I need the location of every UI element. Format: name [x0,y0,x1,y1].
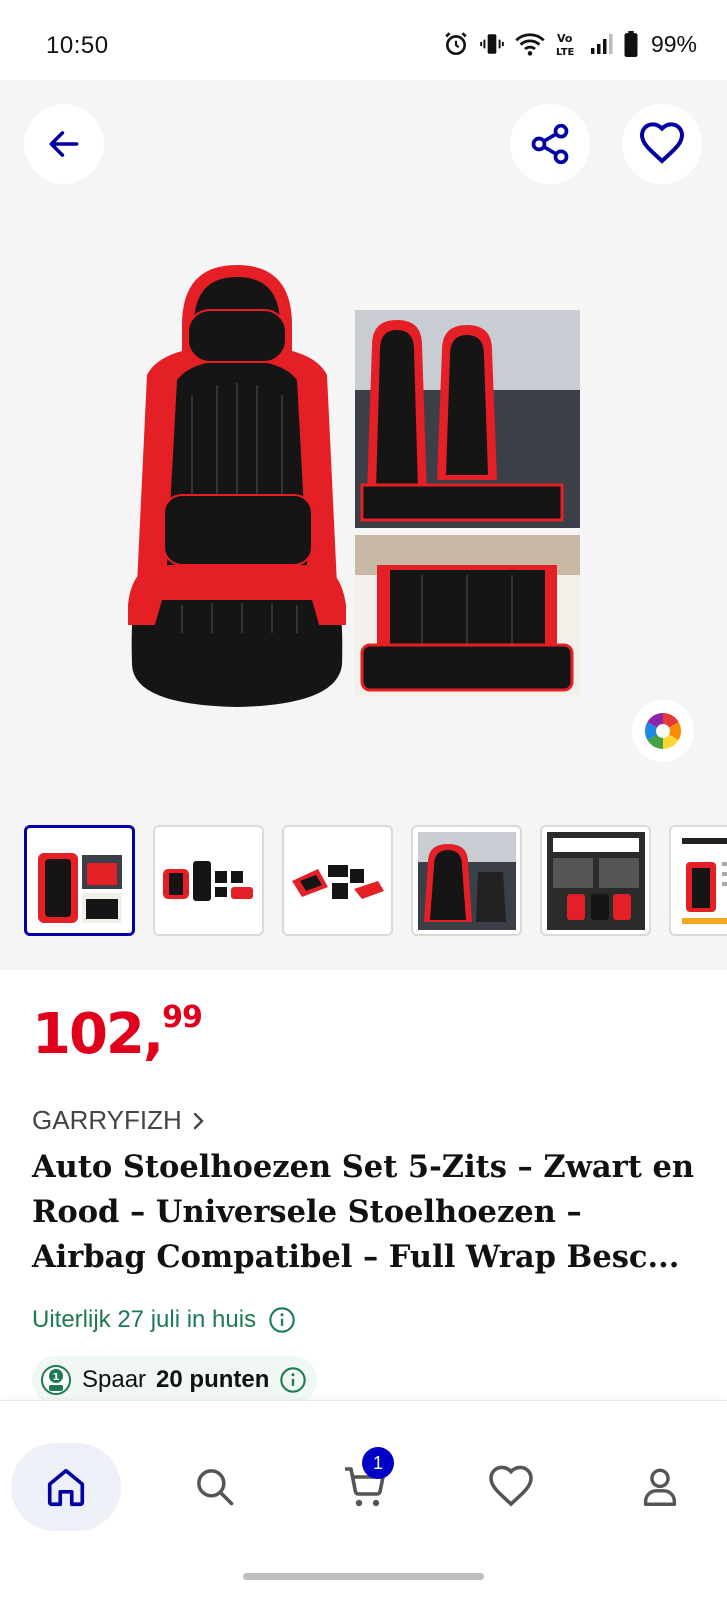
signal-icon [590,34,613,54]
nav-cart[interactable]: 1 [310,1443,420,1531]
inset-front-seats [355,310,580,528]
points-icon: 1 [41,1365,71,1395]
color-wheel-icon [644,713,682,749]
product-title: Auto Stoelhoezen Set 5-Zits – Zwart en R… [32,1149,695,1275]
thumbnail-3[interactable] [282,825,393,936]
home-indicator[interactable] [243,1573,484,1580]
delivery-info: Uiterlijk 27 juli in huis [32,1306,296,1334]
favorite-button[interactable] [622,104,702,184]
share-icon [531,123,569,165]
price-euros: 102, [32,1002,164,1067]
inset-rear-seats [355,535,580,697]
thumbnail-1[interactable] [24,825,135,936]
points-prefix: Spaar [82,1366,147,1393]
battery-percentage: 99% [650,30,697,57]
svg-text:1: 1 [53,1372,60,1383]
product-price: 102,99 [32,1000,203,1067]
svg-text:Vo: Vo [557,32,573,45]
nav-home[interactable] [11,1443,121,1531]
seat-illustration [128,265,346,707]
status-time: 10:50 [46,32,109,59]
cart-count-badge: 1 [362,1447,394,1479]
heart-icon [489,1465,533,1507]
thumbnail-strip[interactable] [24,825,727,936]
arrow-left-icon [49,131,79,157]
wifi-icon [515,33,545,56]
heart-icon [639,122,685,164]
user-icon [643,1468,677,1506]
color-options-button[interactable] [632,700,694,762]
thumbnail-5[interactable] [540,825,651,936]
home-icon [47,1468,85,1507]
svg-text:LTE: LTE [556,47,575,58]
vibrate-icon [480,34,504,54]
main-product-image[interactable] [122,265,592,735]
points-value: 20 punten [156,1366,270,1393]
bottom-navigation: 1 [0,1400,727,1600]
alarm-icon [445,32,467,56]
nav-favorites[interactable] [456,1443,566,1531]
info-icon[interactable] [279,1366,307,1394]
status-bar: 10:50 Vo LTE 99% [0,0,727,80]
search-icon [197,1469,234,1506]
share-button[interactable] [510,104,590,184]
thumbnail-2[interactable] [153,825,264,936]
nav-search[interactable] [160,1443,270,1531]
back-button[interactable] [24,104,104,184]
loyalty-points-badge: 1 Spaar 20 punten [32,1356,318,1404]
status-icons: Vo LTE 99% [443,30,697,58]
brand-link[interactable]: GARRYFIZH [32,1105,206,1136]
thumbnail-4[interactable] [411,825,522,936]
price-cents: 99 [162,1000,203,1035]
thumbnail-6[interactable] [669,825,727,936]
product-gallery[interactable] [0,80,727,970]
delivery-text: Uiterlijk 27 juli in huis [32,1306,257,1333]
battery-icon [624,31,638,57]
brand-name: GARRYFIZH [32,1105,182,1135]
info-icon[interactable] [268,1306,296,1334]
chevron-right-icon [193,1112,204,1129]
volte-icon: Vo LTE [556,32,575,58]
nav-account[interactable] [605,1443,715,1531]
